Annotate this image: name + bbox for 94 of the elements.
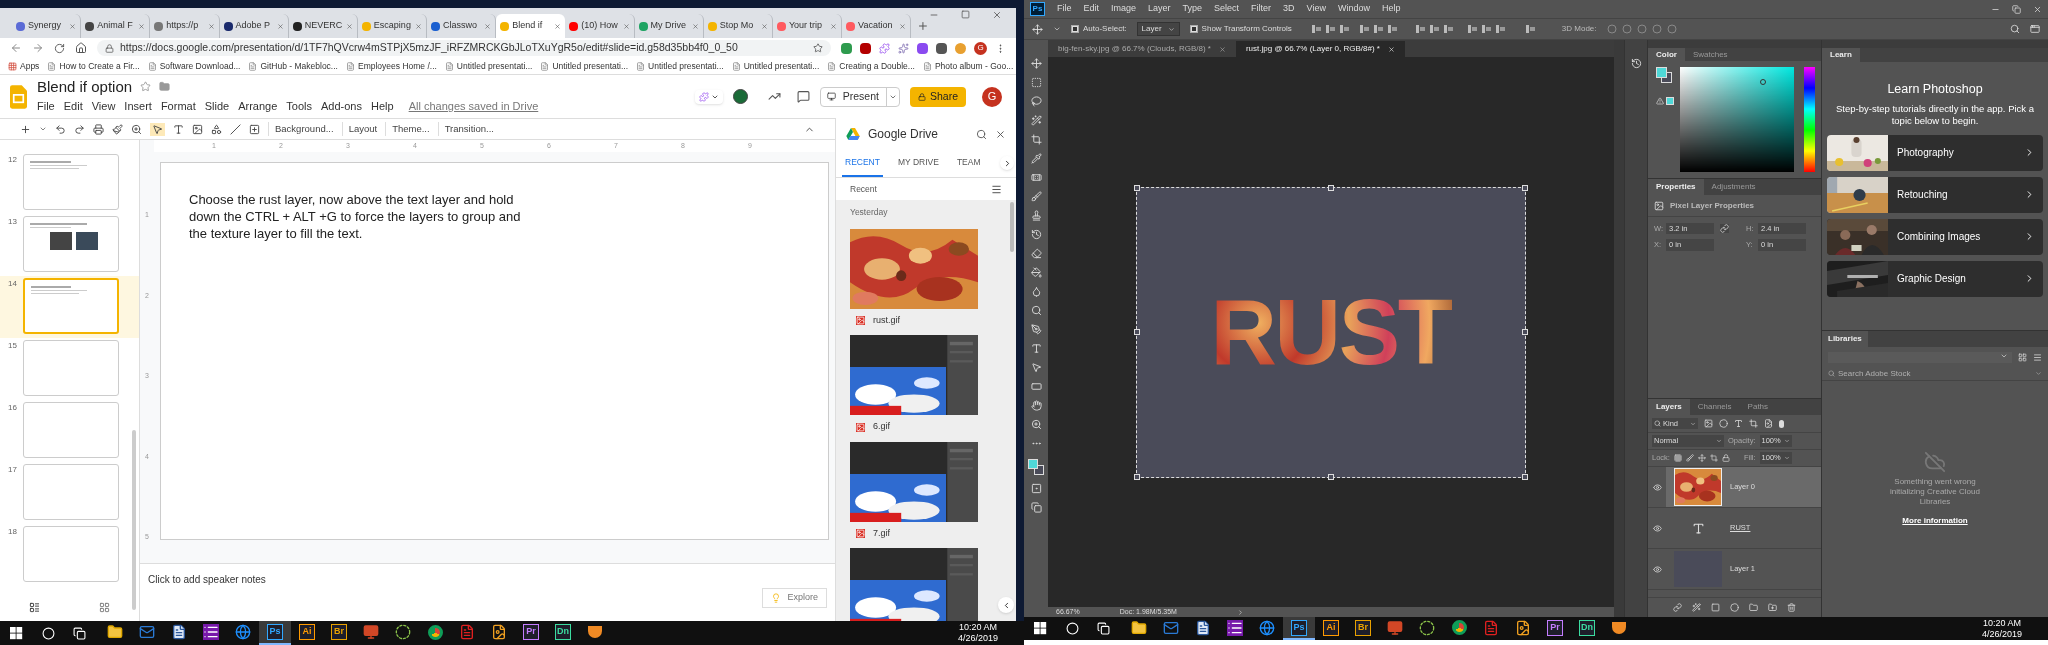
avatar[interactable]: G — [982, 86, 1002, 107]
bookmark[interactable]: How to Create a Fir... — [47, 59, 140, 73]
panel-tab[interactable]: Layers — [1648, 399, 1690, 415]
group-label: Yesterday — [850, 206, 889, 219]
browser-tab[interactable]: Blend if — [496, 14, 566, 38]
drive-tab[interactable]: TEAM — [953, 156, 984, 177]
topic-card[interactable]: Graphic Design — [1827, 260, 2043, 297]
menu-item[interactable]: Help — [1382, 2, 1401, 16]
target-dropdown[interactable]: Layer — [1136, 22, 1180, 36]
panel-tab[interactable]: Paths — [1739, 399, 1777, 415]
more-information-link[interactable]: More information — [1902, 515, 1968, 527]
learn-title: Learn Photoshop — [1887, 81, 1983, 98]
menu-item[interactable]: Edit — [63, 98, 83, 115]
panel-tab[interactable]: Color — [1648, 48, 1685, 61]
panel-title: Google Drive — [868, 126, 940, 143]
menu-item[interactable]: Window — [1337, 2, 1370, 16]
menu-item[interactable]: Arrange — [238, 98, 278, 115]
bookmark[interactable]: Apps — [8, 59, 40, 73]
speaker-notes-field[interactable]: Click to add speaker notes — [148, 572, 266, 587]
toolbar-button[interactable]: Theme... — [385, 121, 430, 137]
panel-tab[interactable]: Channels — [1689, 399, 1740, 415]
bookmark[interactable]: Untitled presentati... — [444, 59, 533, 73]
mode-label: 3D Mode: — [1561, 23, 1597, 35]
menu-item[interactable]: File — [1057, 2, 1072, 16]
topic-card[interactable]: Combining Images — [1827, 218, 2043, 255]
toolbar-button[interactable]: Background... — [268, 121, 334, 137]
address-field[interactable]: https://docs.google.com/presentation/d/1TF7hQVcrw4mSTPjX5mzJF_iRFZMRCKGbJLoTXuYgR5o/edit#slide=id.g58d35bb4f0_0_50 — [97, 40, 831, 56]
checkbox-label: Auto-Select: — [1083, 23, 1127, 35]
menu-item[interactable]: 3D — [1283, 2, 1295, 16]
bookmark[interactable]: Software Download... — [147, 59, 241, 73]
toolbar-button[interactable]: Layout — [341, 121, 378, 137]
menu-item[interactable]: Help — [371, 98, 394, 115]
avatar[interactable]: G — [974, 41, 987, 55]
explore-button[interactable]: Explore — [762, 588, 827, 608]
document-title[interactable]: Blend if option — [37, 78, 133, 96]
panel-tab[interactable]: Learn — [1822, 48, 1860, 62]
bookmark[interactable]: Untitled presentati... — [636, 59, 724, 73]
panel-tab[interactable]: Swatches — [1684, 48, 1736, 61]
file-name[interactable]: 6.gif — [873, 420, 890, 434]
bookmark[interactable]: Untitled presentati... — [540, 59, 629, 73]
bookmark[interactable]: GitHub - Makebloc... — [248, 59, 338, 73]
search-field[interactable]: Search Adobe Stock — [1822, 367, 2048, 381]
panel-tab[interactable]: Libraries — [1822, 331, 1868, 347]
menu-item[interactable]: File — [37, 98, 55, 115]
slide-number: 13 — [8, 216, 18, 228]
error-message: Something went wrong initializing Creative Cloud Libraries — [1889, 477, 1981, 507]
panel-tab[interactable]: Properties — [1648, 179, 1704, 195]
menu-item[interactable]: View — [91, 98, 116, 115]
share-button[interactable]: Share — [909, 86, 966, 107]
slide-number: 15 — [8, 340, 18, 352]
menu-item[interactable]: Edit — [1083, 2, 1100, 16]
app-logo[interactable]: Ps — [1030, 2, 1045, 16]
menu-item[interactable]: Layer — [1148, 2, 1171, 16]
bookmark[interactable]: Employees Home /... — [345, 59, 437, 73]
menu-item[interactable]: Filter — [1251, 2, 1272, 16]
menu-item[interactable]: View — [1306, 2, 1326, 16]
bookmark[interactable]: Creating a Double... — [827, 59, 915, 73]
file-name[interactable]: rust.gif — [873, 313, 900, 328]
file-name[interactable]: 7.gif — [873, 526, 890, 541]
drive-tab[interactable]: MY DRIVE — [894, 156, 942, 177]
date-text: 4/26/2019 — [1981, 628, 2022, 640]
slide-number: 12 — [8, 154, 18, 166]
slide-number: 18 — [8, 526, 18, 538]
bookmark[interactable]: Untitled presentati... — [731, 59, 820, 73]
menu-item[interactable]: Slide — [204, 98, 230, 115]
slide-number: 17 — [8, 464, 18, 476]
menu-item[interactable]: Format — [160, 98, 196, 115]
menu-item[interactable]: Add-ons — [321, 98, 362, 115]
time-text: 10:20 AM — [1982, 617, 2021, 629]
topic-card[interactable]: Retouching — [1827, 176, 2043, 213]
date-text: 4/26/2019 — [957, 633, 998, 644]
menu-item[interactable]: Select — [1214, 2, 1240, 16]
document-tab[interactable]: rust.jpg @ 66.7% (Layer 0, RGB/8#) * — [1235, 41, 1405, 57]
panel-tab[interactable]: Adjustments — [1703, 179, 1764, 195]
menu-item[interactable]: Insert — [124, 98, 152, 115]
slide-number: 16 — [8, 402, 18, 414]
menu-item[interactable]: Tools — [286, 98, 312, 115]
section-label: Recent — [850, 182, 877, 196]
slide-number: 14 — [8, 278, 18, 290]
slide-text[interactable]: Choose the rust layer, now above the text layer and hold down the CTRL + ALT +G to force the layers to group and the texture layer to fill the text. — [189, 191, 529, 242]
menu-item[interactable]: Type — [1182, 2, 1203, 16]
toolbar-button[interactable]: Transition... — [437, 121, 494, 137]
menu-item[interactable]: Image — [1111, 2, 1137, 16]
present-button[interactable]: Present — [819, 86, 900, 107]
app-icon[interactable]: Ps — [259, 621, 291, 645]
checkbox-label: Show Transform Controls — [1201, 23, 1292, 35]
bookmark[interactable]: Photo album - Goo... — [922, 59, 1014, 73]
app-icon[interactable]: Ps — [1283, 617, 1315, 640]
topic-card[interactable]: Photography — [1827, 134, 2043, 171]
save-status-link[interactable]: All changes saved in Drive — [408, 98, 539, 115]
drive-tab[interactable]: RECENT — [842, 156, 883, 177]
learn-intro: Step-by-step tutorials directly in the app. Pick a topic below to begin. — [1835, 102, 2035, 127]
time-text: 10:20 AM — [958, 622, 997, 633]
properties-heading: Pixel Layer Properties — [1670, 199, 1755, 212]
